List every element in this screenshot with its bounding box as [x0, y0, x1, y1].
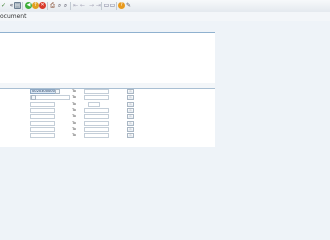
multiple-selection-button[interactable]: ⇨: [127, 89, 134, 94]
selection-low-field[interactable]: [30, 108, 55, 113]
back-green-icon[interactable]: ◀: [25, 2, 32, 9]
selection-high-field[interactable]: [84, 108, 109, 113]
selection-low-field[interactable]: 0020300000: [30, 89, 58, 94]
selection-low-field[interactable]: [30, 121, 55, 126]
selection-high-field[interactable]: [84, 127, 109, 132]
toolbar-separator: [101, 2, 102, 10]
shortcut-icon[interactable]: ▭: [109, 2, 116, 9]
value-help-button[interactable]: [55, 89, 60, 94]
multiple-selection-button[interactable]: ⇨: [127, 114, 134, 119]
selection-high-field[interactable]: [84, 89, 109, 94]
multiple-selection-button[interactable]: ⇨: [127, 108, 134, 113]
toolbar-separator: [47, 2, 48, 10]
selection-low-field[interactable]: [30, 133, 55, 138]
find-next-icon[interactable]: ⌕: [62, 2, 69, 9]
selection-low-field[interactable]: [30, 114, 55, 119]
value-help-button[interactable]: [31, 95, 36, 100]
selection-low-field[interactable]: [30, 95, 70, 100]
exit-icon[interactable]: ↑: [32, 2, 39, 9]
multiple-selection-button[interactable]: ⇨: [127, 102, 134, 107]
cancel-icon[interactable]: ✕: [39, 2, 46, 9]
to-label: To: [72, 94, 76, 99]
multiple-selection-button[interactable]: ⇨: [127, 121, 134, 126]
to-label: To: [72, 113, 76, 118]
toolbar-separator: [70, 2, 71, 10]
help-icon[interactable]: ?: [118, 2, 125, 9]
selection-low-field[interactable]: [30, 102, 55, 107]
to-label: To: [72, 132, 76, 137]
to-label: To: [72, 88, 76, 93]
next-page-icon[interactable]: →: [88, 2, 95, 9]
title-bar: ocument: [0, 12, 330, 21]
selection-high-field[interactable]: [84, 133, 109, 138]
to-label: To: [72, 126, 76, 131]
multiple-selection-button[interactable]: ⇨: [127, 127, 134, 132]
to-label: To: [72, 120, 76, 125]
toolbar-separator: [22, 2, 23, 10]
save-icon[interactable]: ▤: [14, 2, 21, 9]
print-icon[interactable]: ⎙: [49, 2, 56, 9]
selection-high-field[interactable]: [84, 121, 109, 126]
multiple-selection-button[interactable]: ⇨: [127, 95, 134, 100]
customize-layout-icon[interactable]: ✎: [125, 2, 132, 9]
multiple-selection-button[interactable]: ⇨: [127, 133, 134, 138]
page-title: ocument: [0, 13, 27, 20]
selection-high-field[interactable]: [84, 114, 109, 119]
first-page-icon[interactable]: ⇤: [72, 2, 79, 9]
selection-high-field[interactable]: [88, 102, 100, 107]
selection-high-field[interactable]: [84, 95, 109, 100]
to-label: To: [72, 101, 76, 106]
toolbar-separator: [116, 2, 117, 10]
selection-low-field[interactable]: [30, 127, 55, 132]
to-label: To: [72, 107, 76, 112]
previous-page-icon[interactable]: ←: [79, 2, 86, 9]
check-icon[interactable]: ✓: [0, 2, 7, 9]
header-panel: [0, 32, 215, 83]
